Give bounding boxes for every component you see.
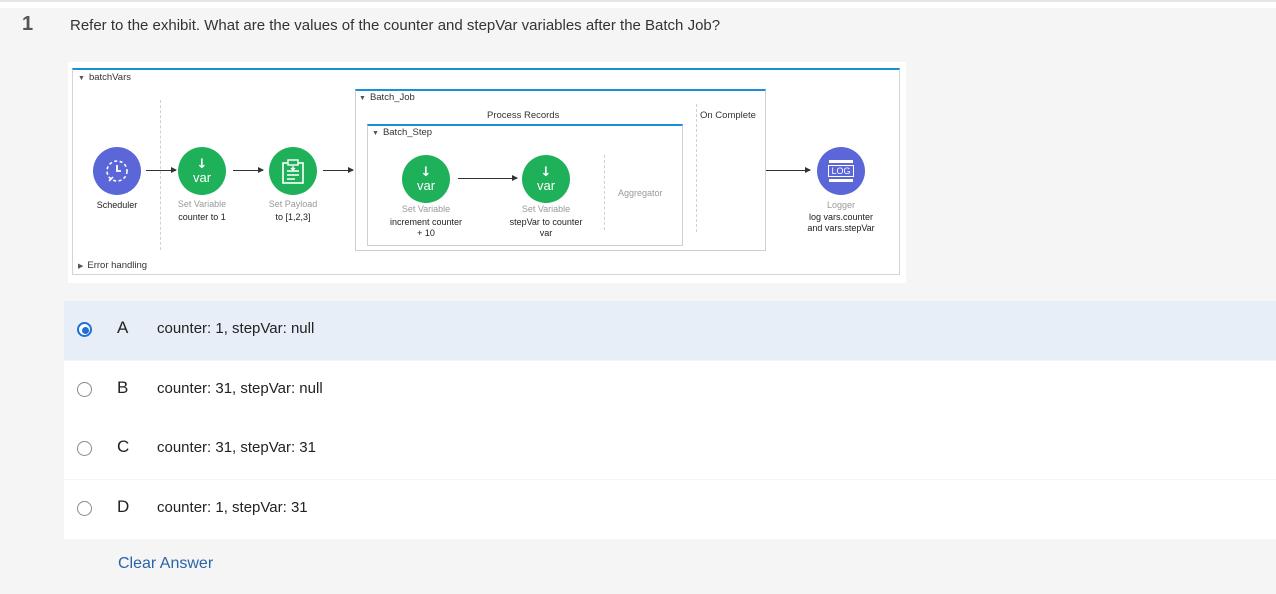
answer-option-d[interactable]: D counter: 1, stepVar: 31 xyxy=(64,480,1276,539)
flow-title: ▼ batchVars xyxy=(78,72,131,83)
set-variable-1-desc: counter to 1 xyxy=(178,212,226,222)
batch-step-title: ▼ Batch_Step xyxy=(372,127,432,138)
answer-option-c[interactable]: C counter: 31, stepVar: 31 xyxy=(64,420,1276,479)
scheduler-title: Scheduler xyxy=(96,200,138,210)
question-number: 1 xyxy=(22,13,34,35)
option-letter: B xyxy=(117,378,129,397)
flow-arrow xyxy=(323,167,354,173)
logger-desc-2: and vars.stepVar xyxy=(807,223,875,233)
logger-title: Logger xyxy=(826,200,856,210)
source-divider xyxy=(160,100,161,250)
set-variable-icon: ↓ var xyxy=(522,155,570,203)
set-variable-3-desc-1: stepVar to counter xyxy=(509,217,583,227)
option-text: counter: 1, stepVar: 31 xyxy=(157,499,308,516)
set-variable-1-title: Set Variable xyxy=(177,199,227,209)
down-arrow-icon: ↓ xyxy=(420,164,432,180)
set-payload-icon xyxy=(269,147,317,195)
down-arrow-icon: ↓ xyxy=(540,164,552,180)
scheduler-icon xyxy=(93,147,141,195)
flow-arrow xyxy=(766,167,811,173)
clear-answer-link[interactable]: Clear Answer xyxy=(118,555,213,573)
payload-clipboard-icon xyxy=(282,159,304,184)
collapse-triangle-icon: ▶ xyxy=(78,263,84,270)
set-payload-desc: to [1,2,3] xyxy=(275,212,311,222)
set-variable-3-desc-2: var xyxy=(539,228,553,238)
question-text: Refer to the exhibit. What are the value… xyxy=(70,17,721,34)
var-icon-label: var xyxy=(416,177,436,193)
option-text: counter: 1, stepVar: null xyxy=(157,320,315,337)
option-text: counter: 31, stepVar: null xyxy=(157,380,323,397)
expand-triangle-icon: ▼ xyxy=(372,130,379,137)
expand-triangle-icon: ▼ xyxy=(78,75,85,82)
set-variable-2-desc-2: + 10 xyxy=(417,228,435,238)
flow-name-label: batchVars xyxy=(88,72,132,83)
logger-label: LOG xyxy=(828,165,854,177)
var-icon-label: var xyxy=(536,177,556,193)
process-records-label: Process Records xyxy=(487,110,560,121)
answer-option-b[interactable]: B counter: 31, stepVar: null xyxy=(64,361,1276,420)
set-variable-2-title: Set Variable xyxy=(401,204,451,214)
set-variable-3-title: Set Variable xyxy=(521,204,571,214)
logger-line xyxy=(829,179,853,182)
radio-unselected[interactable] xyxy=(77,441,92,456)
batch-job-title: ▼ Batch_Job xyxy=(359,92,415,103)
batch-job-label: Batch_Job xyxy=(369,92,415,103)
batch-step-label: Batch_Step xyxy=(382,127,433,138)
down-arrow-icon: ↓ xyxy=(196,156,208,172)
set-variable-2-desc-1: increment counter xyxy=(389,217,463,227)
expand-triangle-icon: ▼ xyxy=(359,95,366,102)
flow-arrow xyxy=(458,175,518,181)
radio-selected[interactable] xyxy=(77,322,92,337)
logger-line xyxy=(829,160,853,163)
set-variable-icon: ↓ var xyxy=(402,155,450,203)
option-letter: C xyxy=(117,437,130,456)
error-handling-label: Error handling xyxy=(87,260,148,271)
option-letter: A xyxy=(117,318,129,337)
answer-option-a[interactable]: A counter: 1, stepVar: null xyxy=(64,301,1276,360)
top-divider xyxy=(0,0,1276,2)
aggregator-label: Aggregator xyxy=(618,188,663,198)
logger-icon: LOG xyxy=(817,147,865,195)
logger-desc-1: log vars.counter xyxy=(808,212,874,222)
option-text: counter: 31, stepVar: 31 xyxy=(157,439,316,456)
radio-unselected[interactable] xyxy=(77,501,92,516)
radio-unselected[interactable] xyxy=(77,382,92,397)
option-letter: D xyxy=(117,497,130,516)
var-icon-label: var xyxy=(192,169,212,185)
phase-divider xyxy=(696,104,697,232)
on-complete-label: On Complete xyxy=(700,110,756,121)
error-handling-row: ▶ Error handling xyxy=(78,260,147,271)
set-variable-icon: ↓ var xyxy=(178,147,226,195)
flow-arrow xyxy=(233,167,264,173)
flow-arrow xyxy=(146,167,177,173)
scheduler-clock-icon xyxy=(106,160,128,182)
set-payload-title: Set Payload xyxy=(268,199,318,209)
